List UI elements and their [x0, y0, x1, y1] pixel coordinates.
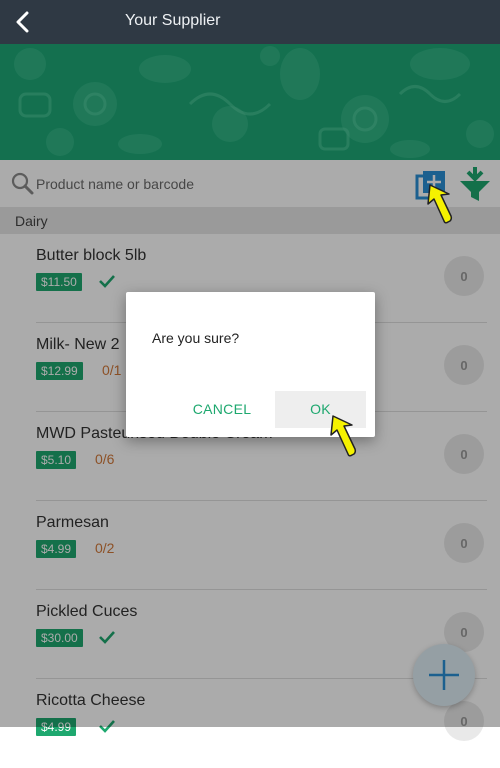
chevron-left-icon	[16, 11, 29, 33]
pointer-arrow-icon	[427, 184, 453, 224]
page-title: Your Supplier	[125, 12, 221, 29]
back-button[interactable]	[8, 6, 38, 38]
cancel-button[interactable]: CANCEL	[182, 391, 262, 428]
top-bar: Your Supplier	[0, 0, 500, 44]
dialog-message: Are you sure?	[152, 330, 240, 346]
pointer-arrow-icon	[330, 415, 357, 457]
